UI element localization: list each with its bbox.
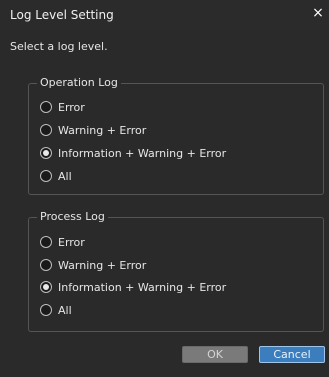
option-label: All (58, 169, 72, 183)
dialog-body: Select a log level. Operation Log Error … (0, 30, 329, 377)
cancel-button[interactable]: Cancel (259, 346, 325, 363)
option-label: Information + Warning + Error (58, 280, 227, 294)
radio-button[interactable] (40, 124, 52, 136)
option-label: Warning + Error (58, 123, 147, 137)
radio-button-selected[interactable] (40, 147, 52, 159)
option-label: Warning + Error (58, 258, 147, 272)
option-label: All (58, 303, 72, 317)
process-log-option-all[interactable]: All (40, 302, 72, 318)
process-log-option-error[interactable]: Error (40, 234, 85, 250)
radio-button-selected[interactable] (40, 281, 52, 293)
option-label: Information + Warning + Error (58, 146, 227, 160)
dialog-title: Log Level Setting (10, 8, 114, 22)
option-label: Error (58, 100, 85, 114)
operation-log-group: Operation Log Error Warning + Error Info… (28, 76, 324, 195)
radio-button[interactable] (40, 170, 52, 182)
radio-button[interactable] (40, 236, 52, 248)
radio-button[interactable] (40, 304, 52, 316)
radio-button[interactable] (40, 259, 52, 271)
process-log-option-warning-error[interactable]: Warning + Error (40, 257, 146, 273)
operation-log-option-all[interactable]: All (40, 168, 72, 184)
process-log-group: Process Log Error Warning + Error Inform… (28, 210, 324, 332)
radio-button[interactable] (40, 101, 52, 113)
operation-log-option-info-warning-error[interactable]: Information + Warning + Error (40, 145, 226, 161)
process-log-legend: Process Log (37, 210, 108, 223)
ok-button[interactable]: OK (182, 346, 248, 363)
prompt-text: Select a log level. (10, 40, 108, 53)
process-log-option-info-warning-error[interactable]: Information + Warning + Error (40, 279, 226, 295)
log-level-dialog: Log Level Setting × Select a log level. … (0, 0, 329, 377)
option-label: Error (58, 235, 85, 249)
close-icon[interactable]: × (309, 4, 327, 22)
operation-log-option-error[interactable]: Error (40, 99, 85, 115)
title-bar: Log Level Setting × (0, 0, 329, 30)
operation-log-legend: Operation Log (37, 76, 121, 89)
operation-log-option-warning-error[interactable]: Warning + Error (40, 122, 146, 138)
